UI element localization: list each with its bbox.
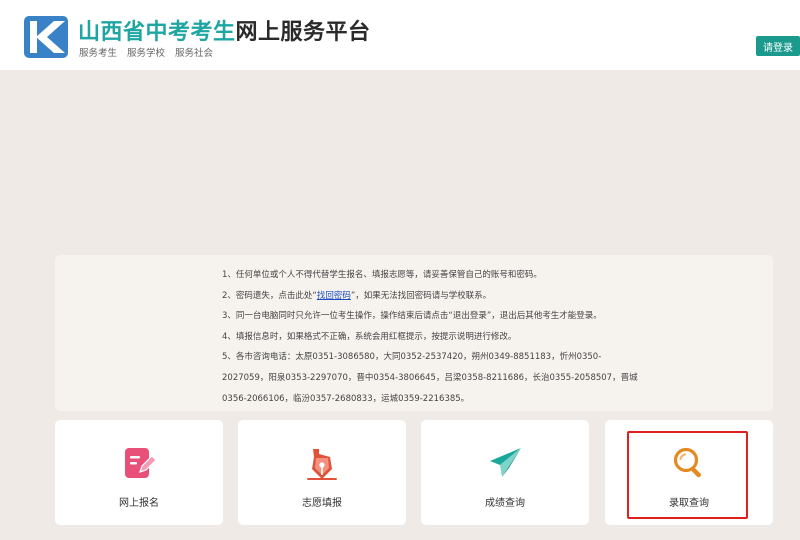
online-registration-card[interactable]: 网上报名 [55,420,223,525]
card-label: 网上报名 [119,498,159,509]
notice-line-3: 3、同一台电脑同时只允许一位考生操作，操作结束后请点击“退出登录”，退出后其他考… [222,311,602,322]
card-label: 志愿填报 [302,498,342,509]
notice-line-5: 5、各市咨询电话：太原0351-3086580，大同0352-2537420，朔… [222,352,602,363]
card-label: 成绩查询 [485,498,525,509]
notice-line-6: 2027059，阳泉0353-2297070，晋中0354-3806645，吕梁… [222,372,638,383]
notice-line-2: 2、密码遗失，点击此处“找回密码”，如果无法找回密码请与学校联系。 [222,290,492,301]
notice-line-4: 4、填报信息时，如果格式不正确，系统会用红框提示，按提示说明进行修改。 [222,331,517,342]
search-icon [673,447,701,478]
edit-document-icon [125,448,157,478]
notice-panel: 1、任何单位或个人不得代替学生报名、填报志愿等，请妥善保管自己的账号和密码。 2… [55,255,773,411]
find-password-link[interactable]: 找回密码 [317,291,351,301]
paper-plane-icon [490,448,521,477]
pen-nib-icon [307,449,337,480]
volunteer-application-card[interactable]: 志愿填报 [238,420,406,525]
logo-icon [24,16,68,58]
score-query-card[interactable]: 成绩查询 [421,420,589,525]
site-header: 山西省中考考生网上服务平台 服务考生 服务学校 服务社会 请登录 [0,0,800,70]
admission-query-card[interactable]: 录取查询 [605,420,773,525]
site-title: 山西省中考考生网上服务平台 [78,20,371,45]
login-button[interactable]: 请登录 [756,36,800,56]
card-label: 录取查询 [669,498,709,509]
site-subtitle: 服务考生 服务学校 服务社会 [79,48,214,59]
notice-line-7: 0356-2066106，临汾0357-2680833，运城0359-22163… [222,393,470,404]
notice-line-1: 1、任何单位或个人不得代替学生报名、填报志愿等，请妥善保管自己的账号和密码。 [222,270,542,280]
